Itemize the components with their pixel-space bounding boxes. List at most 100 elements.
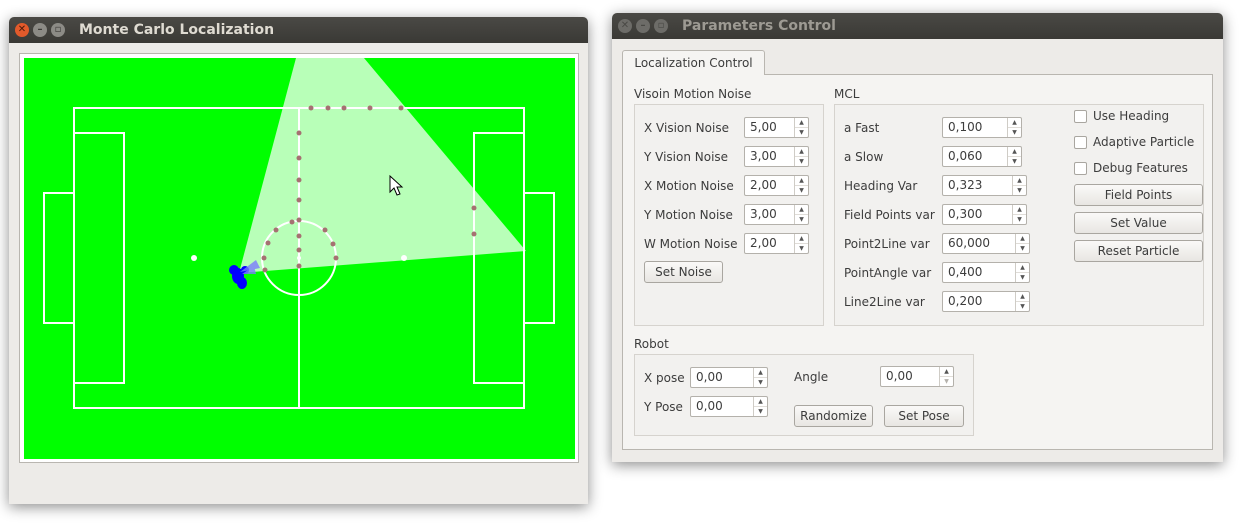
a-fast-value: 0,100 xyxy=(948,120,983,134)
x-pose-value: 0,00 xyxy=(696,370,723,384)
field-points-var-spinbox[interactable]: 0,300 ▲ ▼ xyxy=(942,204,1027,225)
tab-localization-control[interactable]: Localization Control xyxy=(622,50,765,75)
spin-down-icon[interactable]: ▼ xyxy=(1013,185,1026,195)
spin-up-icon[interactable]: ▲ xyxy=(940,367,953,376)
y-pose-value: 0,00 xyxy=(696,399,723,413)
angle-value: 0,00 xyxy=(886,369,913,383)
checkbox-icon[interactable] xyxy=(1074,109,1087,123)
spin-down-icon[interactable]: ▼ xyxy=(795,127,808,137)
a-fast-spinbox[interactable]: 0,100 ▲ ▼ xyxy=(942,117,1022,138)
params-window-title: Parameters Control xyxy=(682,18,836,34)
spin-up-icon[interactable]: ▲ xyxy=(1016,234,1029,243)
spin-down-icon[interactable]: ▼ xyxy=(940,376,953,386)
use-heading-label: Use Heading xyxy=(1093,109,1170,123)
x-vision-noise-spinbox[interactable]: 5,00 ▲ ▼ xyxy=(744,117,809,138)
set-value-button[interactable]: Set Value xyxy=(1074,212,1203,234)
spin-up-icon[interactable]: ▲ xyxy=(754,368,767,377)
set-noise-button[interactable]: Set Noise xyxy=(644,261,723,283)
x-motion-noise-label: X Motion Noise xyxy=(644,179,734,193)
checkbox-icon[interactable] xyxy=(1074,161,1087,175)
spin-down-icon[interactable]: ▼ xyxy=(1016,301,1029,311)
spin-down-icon[interactable]: ▼ xyxy=(1008,156,1021,166)
y-vision-noise-label: Y Vision Noise xyxy=(644,150,729,164)
a-slow-spinbox[interactable]: 0,060 ▲ ▼ xyxy=(942,146,1022,167)
y-vision-noise-value: 3,00 xyxy=(750,149,777,163)
mcl-window-title: Monte Carlo Localization xyxy=(79,22,275,38)
heading-var-value: 0,323 xyxy=(948,178,983,192)
y-motion-noise-value: 3,00 xyxy=(750,207,777,221)
spin-up-icon[interactable]: ▲ xyxy=(795,234,808,243)
spin-up-icon[interactable]: ▲ xyxy=(1013,205,1026,214)
field-points-var-label: Field Points var xyxy=(844,208,935,222)
reset-particle-button[interactable]: Reset Particle xyxy=(1074,240,1203,262)
spin-up-icon[interactable]: ▲ xyxy=(1008,147,1021,156)
spin-down-icon[interactable]: ▼ xyxy=(1016,272,1029,282)
params-window: ✕ – ▫ Parameters Control Localization Co… xyxy=(612,13,1223,462)
field-points-button[interactable]: Field Points xyxy=(1074,184,1203,206)
pointangle-var-label: PointAngle var xyxy=(844,266,932,280)
mcl-titlebar[interactable]: ✕ – ▫ Monte Carlo Localization xyxy=(9,17,588,43)
y-pose-label: Y Pose xyxy=(644,400,683,414)
x-motion-noise-spinbox[interactable]: 2,00 ▲ ▼ xyxy=(744,175,809,196)
y-motion-noise-label: Y Motion Noise xyxy=(644,208,733,222)
maximize-icon[interactable]: ▫ xyxy=(654,19,668,33)
x-vision-noise-label: X Vision Noise xyxy=(644,121,729,135)
checkbox-icon[interactable] xyxy=(1074,135,1087,149)
w-motion-noise-spinbox[interactable]: 2,00 ▲ ▼ xyxy=(744,233,809,254)
x-pose-label: X pose xyxy=(644,371,685,385)
adaptive-particle-label: Adaptive Particle xyxy=(1093,135,1195,149)
point2line-var-value: 60,000 xyxy=(948,236,990,250)
heading-var-spinbox[interactable]: 0,323 ▲ ▼ xyxy=(942,175,1027,196)
angle-spinbox[interactable]: 0,00 ▲ ▼ xyxy=(880,366,954,387)
use-heading-checkbox[interactable]: Use Heading xyxy=(1074,109,1169,123)
spin-down-icon[interactable]: ▼ xyxy=(754,377,767,387)
spin-up-icon[interactable]: ▲ xyxy=(795,205,808,214)
spin-up-icon[interactable]: ▲ xyxy=(1013,176,1026,185)
line2line-var-value: 0,200 xyxy=(948,294,983,308)
line2line-var-label: Line2Line var xyxy=(844,295,925,309)
w-motion-noise-label: W Motion Noise xyxy=(644,237,738,251)
spin-up-icon[interactable]: ▲ xyxy=(754,397,767,406)
params-titlebar[interactable]: ✕ – ▫ Parameters Control xyxy=(612,13,1223,39)
close-icon[interactable]: ✕ xyxy=(15,23,29,37)
spin-down-icon[interactable]: ▼ xyxy=(1013,214,1026,224)
x-pose-spinbox[interactable]: 0,00 ▲ ▼ xyxy=(690,367,768,388)
spin-down-icon[interactable]: ▼ xyxy=(754,406,767,416)
x-vision-noise-value: 5,00 xyxy=(750,120,777,134)
spin-up-icon[interactable]: ▲ xyxy=(1016,263,1029,272)
minimize-icon[interactable]: – xyxy=(636,19,650,33)
debug-features-checkbox[interactable]: Debug Features xyxy=(1074,161,1188,175)
left-penalty-spot xyxy=(191,255,197,261)
pointangle-var-spinbox[interactable]: 0,400 ▲ ▼ xyxy=(942,262,1030,283)
y-vision-noise-spinbox[interactable]: 3,00 ▲ ▼ xyxy=(744,146,809,167)
close-icon[interactable]: ✕ xyxy=(618,19,632,33)
minimize-icon[interactable]: – xyxy=(33,23,47,37)
a-slow-label: a Slow xyxy=(844,150,884,164)
soccer-field-canvas[interactable] xyxy=(24,58,575,459)
spin-down-icon[interactable]: ▼ xyxy=(1016,243,1029,253)
center-spot xyxy=(297,256,301,260)
randomize-button[interactable]: Randomize xyxy=(794,405,873,427)
heading-var-label: Heading Var xyxy=(844,179,918,193)
spin-down-icon[interactable]: ▼ xyxy=(795,156,808,166)
mcl-window: ✕ – ▫ Monte Carlo Localization xyxy=(9,17,588,504)
spin-up-icon[interactable]: ▲ xyxy=(1016,292,1029,301)
point2line-var-spinbox[interactable]: 60,000 ▲ ▼ xyxy=(942,233,1030,254)
spin-up-icon[interactable]: ▲ xyxy=(795,176,808,185)
vision-group-title: Visoin Motion Noise xyxy=(634,87,752,101)
maximize-icon[interactable]: ▫ xyxy=(51,23,65,37)
adaptive-particle-checkbox[interactable]: Adaptive Particle xyxy=(1074,135,1194,149)
spin-down-icon[interactable]: ▼ xyxy=(795,185,808,195)
spin-down-icon[interactable]: ▼ xyxy=(795,243,808,253)
y-pose-spinbox[interactable]: 0,00 ▲ ▼ xyxy=(690,396,768,417)
set-pose-button[interactable]: Set Pose xyxy=(884,405,964,427)
a-fast-label: a Fast xyxy=(844,121,880,135)
line2line-var-spinbox[interactable]: 0,200 ▲ ▼ xyxy=(942,291,1030,312)
spin-down-icon[interactable]: ▼ xyxy=(1008,127,1021,137)
mcl-group-title: MCL xyxy=(834,87,860,101)
y-motion-noise-spinbox[interactable]: 3,00 ▲ ▼ xyxy=(744,204,809,225)
spin-down-icon[interactable]: ▼ xyxy=(795,214,808,224)
spin-up-icon[interactable]: ▲ xyxy=(1008,118,1021,127)
spin-up-icon[interactable]: ▲ xyxy=(795,147,808,156)
spin-up-icon[interactable]: ▲ xyxy=(795,118,808,127)
